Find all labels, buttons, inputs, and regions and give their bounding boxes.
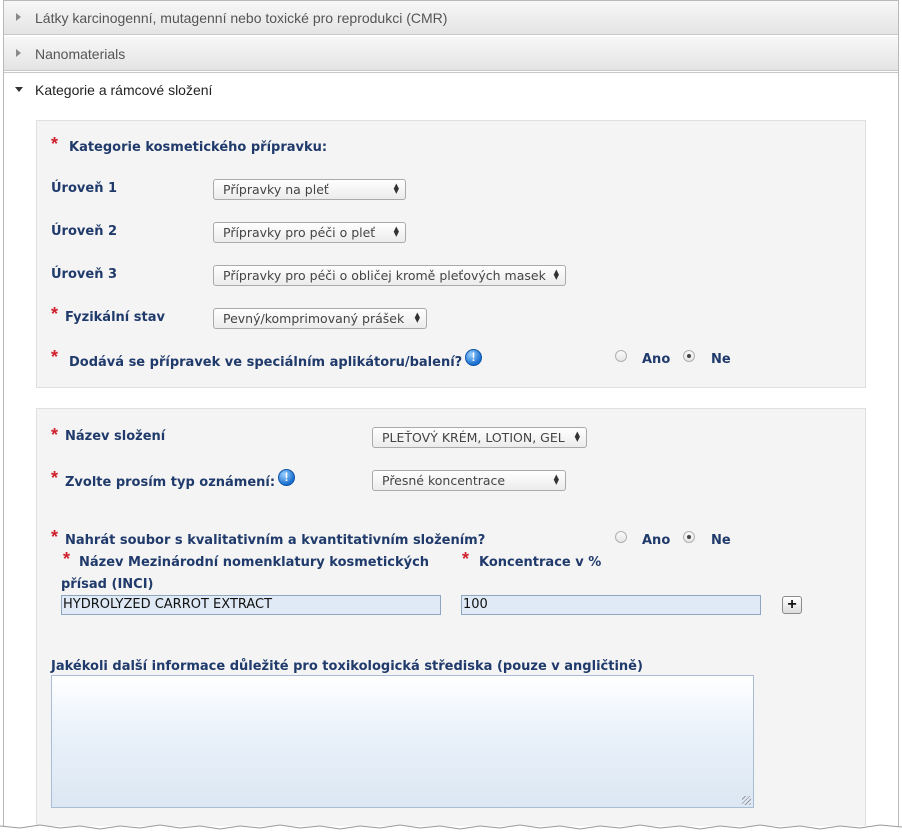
formulation-name-label: Název složení: [65, 429, 166, 444]
upload-yes-label: Ano: [642, 533, 671, 548]
chevron-down-icon: [15, 87, 23, 92]
accordion-category-title: Kategorie a rámcové složení: [35, 82, 213, 98]
physical-state-label: Fyzikální stav: [65, 310, 165, 325]
applicator-no-radio[interactable]: [683, 350, 695, 362]
level2-label: Úroveň 2: [51, 224, 118, 239]
chevron-right-icon: [16, 13, 21, 21]
upload-no-radio[interactable]: [683, 531, 695, 543]
select-arrows-icon: ▲ ▼: [553, 268, 559, 281]
concentration-input-value: 100: [463, 597, 488, 612]
category-panel: * Kategorie kosmetického přípravku: Úrov…: [36, 120, 866, 388]
applicator-no-label: Ne: [711, 352, 731, 367]
extra-info-label: Jakékoli další informace důležité pro to…: [51, 659, 643, 674]
accordion-category[interactable]: Kategorie a rámcové složení: [4, 72, 898, 106]
upload-no-label: Ne: [711, 533, 731, 548]
notification-type-select[interactable]: Přesné koncentrace ▲ ▼: [372, 470, 566, 491]
applicator-question: Dodává se přípravek ve speciálním apliká…: [69, 355, 463, 370]
inci-input[interactable]: HYDROLYZED CARROT EXTRACT: [61, 595, 441, 615]
formulation-panel: * Název složení PLEŤOVÝ KRÉM, LOTION, GE…: [36, 408, 866, 826]
select-arrows-icon: ▲ ▼: [393, 225, 399, 238]
category-heading: Kategorie kosmetického přípravku:: [69, 140, 328, 155]
resize-grip-icon[interactable]: [742, 796, 751, 805]
accordion-nanomaterials-title: Nanomaterials: [35, 46, 126, 62]
extra-info-textarea[interactable]: [51, 675, 754, 808]
select-arrows-icon: ▲ ▼: [574, 430, 580, 443]
select-arrows-icon: ▲ ▼: [414, 311, 420, 324]
required-star: *: [51, 347, 59, 367]
level3-select-value: Přípravky pro péči o obličej kromě pleťo…: [223, 268, 546, 283]
accordion-cmr[interactable]: Látky karcinogenní, mutagenní nebo toxic…: [4, 1, 898, 35]
notification-type-label: Zvolte prosím typ oznámení:: [65, 475, 276, 490]
level3-select[interactable]: Přípravky pro péči o obličej kromě pleťo…: [213, 265, 566, 286]
form-frame: Látky karcinogenní, mutagenní nebo toxic…: [3, 0, 899, 826]
accordion-cmr-title: Látky karcinogenní, mutagenní nebo toxic…: [35, 10, 448, 26]
required-star: *: [51, 134, 59, 154]
physical-state-select[interactable]: Pevný/komprimovaný prášek ▲ ▼: [213, 308, 427, 329]
required-star: *: [63, 549, 71, 569]
inci-label: Název Mezinárodní nomenklatury kosmetick…: [79, 555, 430, 570]
level1-select-value: Přípravky na pleť: [223, 182, 329, 197]
required-star: *: [51, 425, 59, 445]
info-icon[interactable]: !: [465, 349, 482, 366]
required-star: *: [51, 468, 59, 488]
level2-select[interactable]: Přípravky pro péči o pleť ▲ ▼: [213, 222, 406, 243]
concentration-input[interactable]: 100: [461, 595, 761, 615]
notification-type-value: Přesné koncentrace: [382, 473, 506, 488]
applicator-yes-label: Ano: [642, 352, 671, 367]
inci-label-line2: přísad (INCI): [61, 577, 154, 592]
accordion-nanomaterials[interactable]: Nanomaterials: [4, 37, 898, 71]
level2-select-value: Přípravky pro péči o pleť: [223, 225, 376, 240]
upload-yes-radio[interactable]: [615, 531, 627, 543]
formulation-name-value: PLEŤOVÝ KRÉM, LOTION, GEL: [382, 430, 565, 445]
concentration-label: Koncentrace v %: [479, 555, 602, 570]
torn-edge: [0, 824, 902, 832]
applicator-yes-radio[interactable]: [615, 350, 627, 362]
physical-state-value: Pevný/komprimovaný prášek: [223, 311, 405, 326]
upload-question: Nahrát soubor s kvalitativním a kvantita…: [65, 533, 486, 548]
formulation-name-select[interactable]: PLEŤOVÝ KRÉM, LOTION, GEL ▲ ▼: [372, 427, 587, 448]
add-ingredient-button[interactable]: +: [782, 596, 802, 614]
level1-select[interactable]: Přípravky na pleť ▲ ▼: [213, 179, 406, 200]
inci-input-value: HYDROLYZED CARROT EXTRACT: [63, 597, 273, 612]
required-star: *: [462, 549, 470, 569]
select-arrows-icon: ▲ ▼: [393, 182, 399, 195]
level1-label: Úroveň 1: [51, 181, 118, 196]
chevron-right-icon: [16, 49, 21, 57]
select-arrows-icon: ▲ ▼: [553, 473, 559, 486]
required-star: *: [51, 527, 59, 547]
info-icon[interactable]: !: [278, 469, 295, 486]
required-star: *: [51, 304, 59, 324]
level3-label: Úroveň 3: [51, 267, 118, 282]
